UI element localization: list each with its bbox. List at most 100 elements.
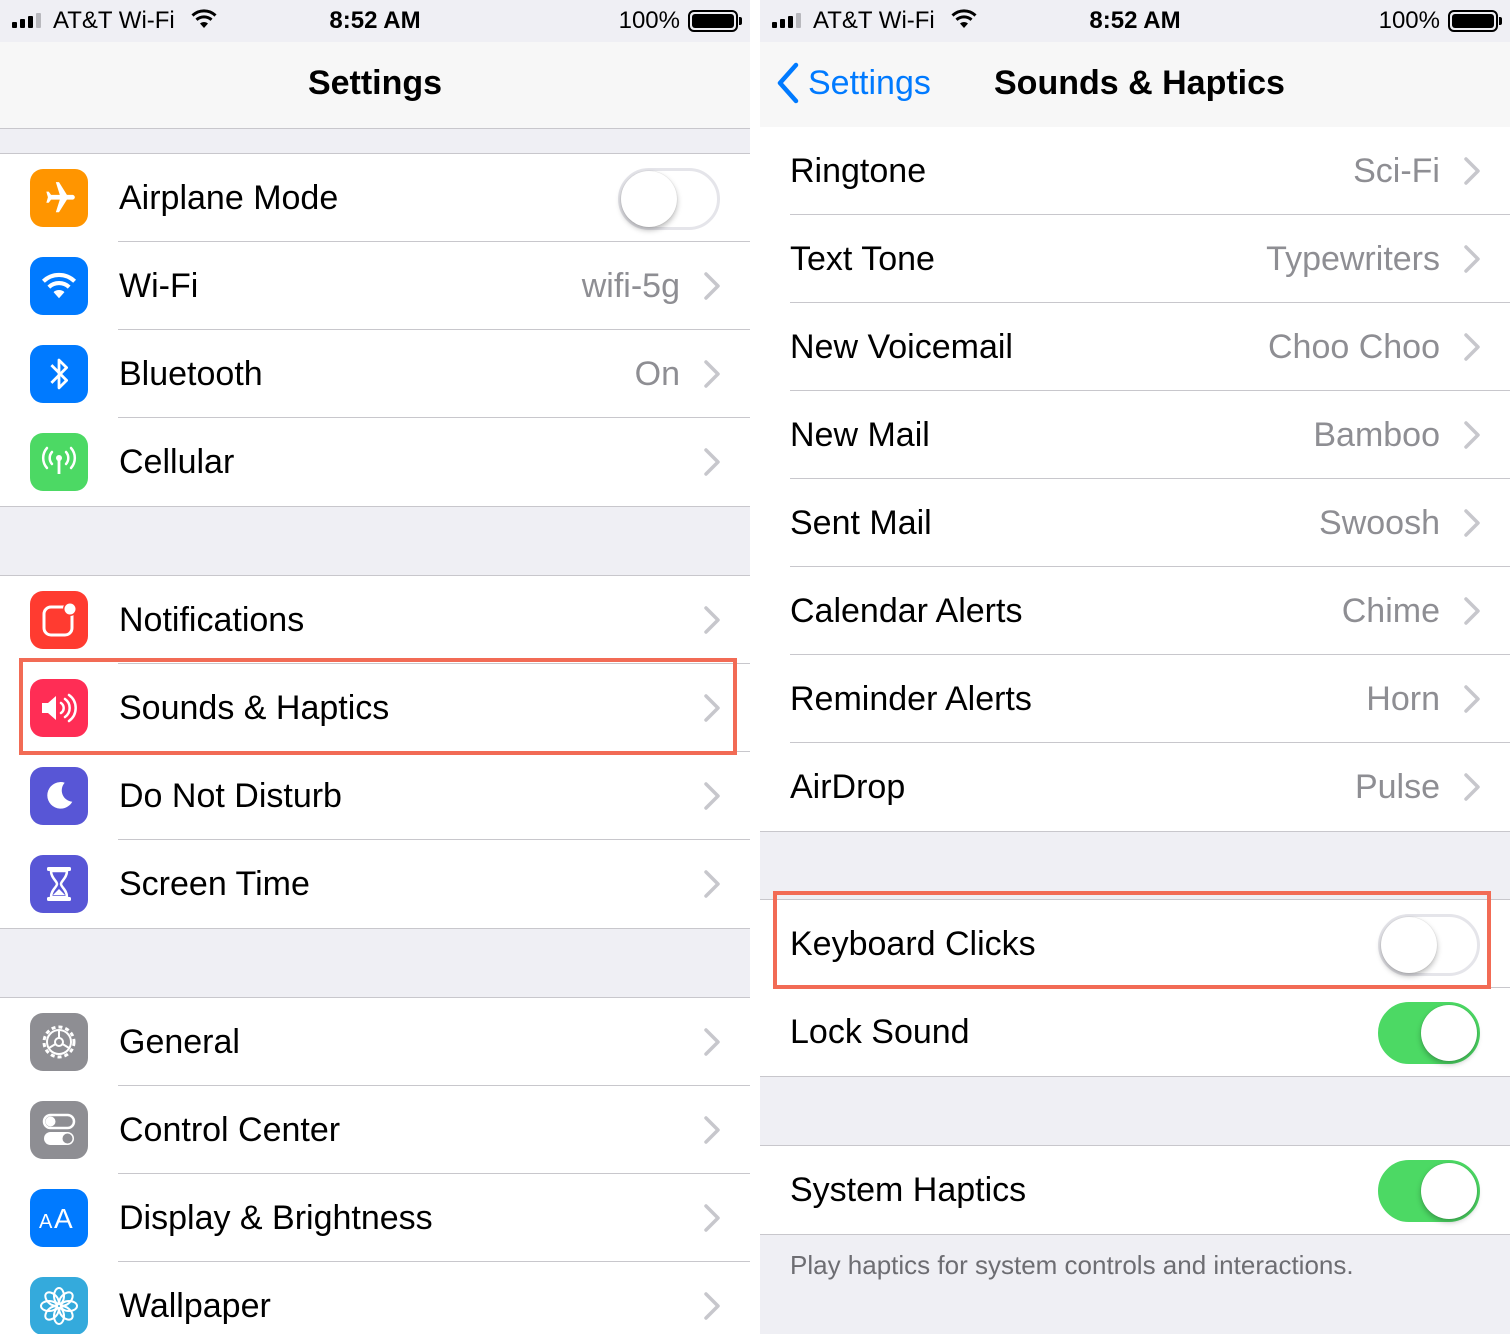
airdrop-label: AirDrop [790, 767, 906, 806]
chevron-right-icon [1464, 421, 1480, 449]
svg-text:A: A [54, 1203, 73, 1234]
chevron-right-icon [704, 1116, 720, 1144]
settings-group-general: General Control Center A A Display & Bri… [0, 997, 750, 1334]
bluetooth-label: Bluetooth [119, 354, 263, 393]
reminder-alerts-label: Reminder Alerts [790, 679, 1032, 718]
back-button-label: Settings [808, 63, 931, 102]
settings-group-notifications: Notifications Sounds & Haptics Do Not Di… [0, 575, 750, 929]
sound-row-sent-mail[interactable]: Sent Mail Swoosh [760, 479, 1510, 567]
bluetooth-icon [30, 345, 88, 403]
battery-percentage: 100% [618, 7, 680, 34]
chevron-right-icon [1464, 333, 1480, 361]
chevron-right-icon [704, 448, 720, 476]
sent-mail-value: Swoosh [1319, 503, 1440, 542]
sound-row-calendar-alerts[interactable]: Calendar Alerts Chime [760, 567, 1510, 655]
new-voicemail-label: New Voicemail [790, 327, 1013, 366]
svg-text:A: A [39, 1211, 53, 1233]
wallpaper-label: Wallpaper [119, 1286, 271, 1325]
back-button[interactable]: Settings [776, 62, 931, 104]
lock-sound-label: Lock Sound [790, 1012, 970, 1051]
reminder-alerts-value: Horn [1366, 679, 1440, 718]
system-haptics-footer: Play haptics for system controls and int… [790, 1250, 1354, 1280]
chevron-right-icon [704, 870, 720, 898]
settings-row-control-center[interactable]: Control Center [0, 1086, 750, 1174]
sound-row-text-tone[interactable]: Text Tone Typewriters [760, 215, 1510, 303]
chevron-right-icon [704, 1292, 720, 1320]
new-mail-value: Bamboo [1313, 415, 1440, 454]
chevron-right-icon [1464, 509, 1480, 537]
sounds-haptics-label: Sounds & Haptics [119, 688, 390, 727]
settings-screen: AT&T Wi-Fi 8:52 AM 100% Settings Airplan… [0, 0, 750, 1334]
cellular-label: Cellular [119, 442, 235, 481]
new-voicemail-value: Choo Choo [1267, 327, 1440, 366]
settings-row-display-brightness[interactable]: A A Display & Brightness [0, 1174, 750, 1262]
do-not-disturb-label: Do Not Disturb [119, 776, 342, 815]
sound-row-reminder-alerts[interactable]: Reminder Alerts Horn [760, 655, 1510, 743]
hourglass-icon [30, 855, 88, 913]
notifications-label: Notifications [119, 600, 305, 639]
battery-icon [688, 10, 742, 32]
keyboard-clicks-row: Keyboard Clicks [760, 900, 1510, 988]
settings-row-screen-time[interactable]: Screen Time [0, 840, 750, 928]
speaker-icon [30, 679, 88, 737]
chevron-right-icon [704, 782, 720, 810]
settings-row-bluetooth[interactable]: Bluetooth On [0, 330, 750, 418]
chevron-right-icon [1464, 597, 1480, 625]
ringtone-value: Sci-Fi [1353, 151, 1440, 190]
nav-bar: Settings Sounds & Haptics [760, 42, 1510, 129]
text-tone-label: Text Tone [790, 239, 935, 278]
airplane-mode-toggle[interactable] [618, 168, 720, 230]
chevron-right-icon [1464, 773, 1480, 801]
settings-row-general[interactable]: General [0, 998, 750, 1086]
text-size-icon: A A [30, 1189, 88, 1247]
sound-row-new-voicemail[interactable]: New Voicemail Choo Choo [760, 303, 1510, 391]
status-bar: AT&T Wi-Fi 8:52 AM 100% [760, 0, 1510, 42]
sound-row-airdrop[interactable]: AirDrop Pulse [760, 743, 1510, 831]
screen-time-label: Screen Time [119, 864, 310, 903]
system-sounds-group: Keyboard Clicks Lock Sound [760, 899, 1510, 1077]
chevron-right-icon [1464, 157, 1480, 185]
antenna-icon [30, 433, 88, 491]
lock-sound-row: Lock Sound [760, 988, 1510, 1076]
page-title: Settings [307, 64, 443, 102]
battery-percentage: 100% [1378, 7, 1440, 34]
settings-row-cellular[interactable]: Cellular [0, 418, 750, 506]
sound-row-new-mail[interactable]: New Mail Bamboo [760, 391, 1510, 479]
notifications-icon [30, 591, 88, 649]
ringtone-label: Ringtone [790, 151, 927, 190]
battery-icon [1448, 10, 1502, 32]
chevron-right-icon [704, 360, 720, 388]
status-bar: AT&T Wi-Fi 8:52 AM 100% [0, 0, 750, 42]
sounds-group: Ringtone Sci-Fi Text Tone Typewriters Ne… [760, 127, 1510, 832]
chevron-left-icon [777, 62, 799, 104]
calendar-alerts-label: Calendar Alerts [790, 591, 1023, 630]
settings-row-notifications[interactable]: Notifications [0, 576, 750, 664]
system-haptics-toggle[interactable] [1378, 1160, 1480, 1222]
airplane-mode-label: Airplane Mode [119, 178, 339, 217]
new-mail-label: New Mail [790, 415, 930, 454]
gear-icon [30, 1013, 88, 1071]
sent-mail-label: Sent Mail [790, 503, 932, 542]
sound-row-ringtone[interactable]: Ringtone Sci-Fi [760, 127, 1510, 215]
settings-group-connectivity: Airplane Mode Wi-Fi wifi-5g Bluetooth On [0, 153, 750, 507]
haptics-group: System Haptics [760, 1145, 1510, 1235]
nav-bar: Settings [0, 42, 750, 129]
control-center-label: Control Center [119, 1110, 341, 1149]
airdrop-value: Pulse [1354, 767, 1440, 806]
chevron-right-icon [704, 272, 720, 300]
system-haptics-row: System Haptics [760, 1146, 1510, 1234]
settings-row-wifi[interactable]: Wi-Fi wifi-5g [0, 242, 750, 330]
settings-row-wallpaper[interactable]: Wallpaper [0, 1262, 750, 1334]
lock-sound-toggle[interactable] [1378, 1002, 1480, 1064]
page-title: Sounds & Haptics [994, 64, 1285, 102]
settings-row-sounds-haptics[interactable]: Sounds & Haptics [0, 664, 750, 752]
settings-row-do-not-disturb[interactable]: Do Not Disturb [0, 752, 750, 840]
chevron-right-icon [1464, 245, 1480, 273]
chevron-right-icon [704, 694, 720, 722]
chevron-right-icon [1464, 685, 1480, 713]
moon-icon [30, 767, 88, 825]
keyboard-clicks-toggle[interactable] [1378, 914, 1480, 976]
sounds-haptics-screen: AT&T Wi-Fi 8:52 AM 100% Settings Sounds … [760, 0, 1510, 1334]
text-tone-value: Typewriters [1266, 239, 1440, 278]
chevron-right-icon [704, 606, 720, 634]
